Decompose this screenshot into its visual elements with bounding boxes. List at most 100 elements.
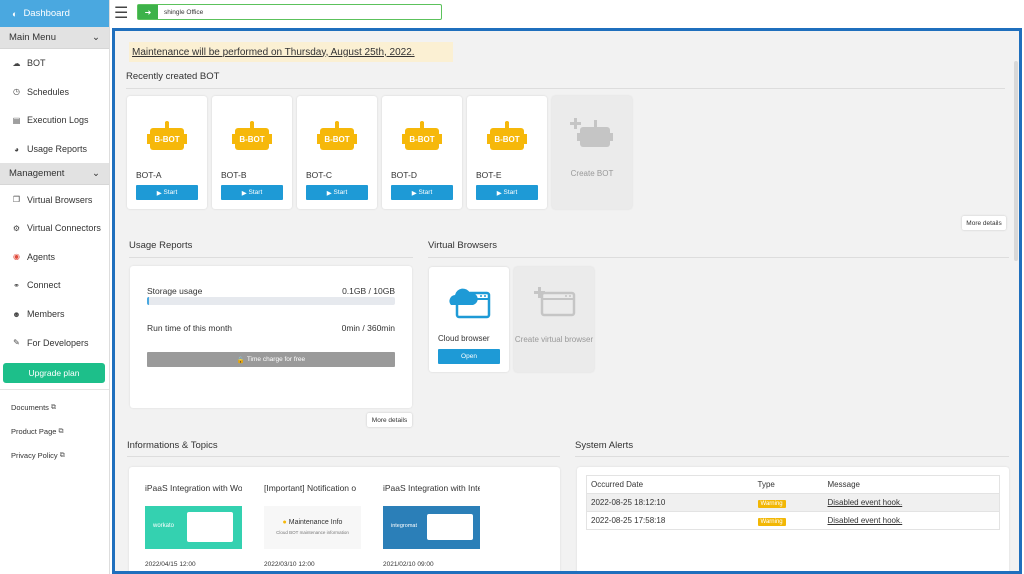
maintenance-info-sub: Cloud BOT maintenance information: [276, 530, 349, 535]
cloud-browser-card[interactable]: Cloud browser Open: [429, 267, 509, 372]
alerts-table: Occurred Date Type Message 2022-08-25 18…: [586, 475, 1000, 530]
bot-card[interactable]: B-BOT BOT-E ▶ Start: [467, 96, 547, 209]
alert-date: 2022-08-25 17:58:18: [586, 511, 754, 530]
storage-progress-bar: [147, 297, 395, 305]
play-icon: ▶: [156, 189, 164, 197]
topic-card[interactable]: iPaaS Integration with Wo workato 2022/0…: [145, 483, 242, 568]
create-virtual-browser-label: Create virtual browser: [514, 335, 594, 344]
start-label: Start: [248, 189, 263, 196]
divider: [575, 456, 1009, 457]
bot-card[interactable]: B-BOT BOT-B ▶ Start: [212, 96, 292, 209]
create-bot-card[interactable]: Create BOT: [552, 96, 632, 209]
topic-title: iPaaS Integration with Wo: [145, 483, 242, 493]
sidebar-item-label: Execution Logs: [27, 115, 89, 126]
management-header[interactable]: Management ⌄: [0, 163, 109, 186]
start-button[interactable]: ▶ Start: [391, 185, 453, 200]
start-label: Start: [163, 189, 178, 196]
sidebar-item-label: BOT: [27, 58, 46, 69]
upgrade-plan-button[interactable]: Upgrade plan: [3, 362, 105, 383]
workato-logo: workato: [153, 523, 175, 529]
bot-name: BOT-A: [136, 170, 162, 180]
topic-card[interactable]: iPaaS Integration with Inte integromat 2…: [383, 483, 480, 568]
bot-more-details-button[interactable]: More details: [962, 216, 1006, 230]
main-menu-header[interactable]: Main Menu ⌄: [0, 27, 109, 49]
topic-card[interactable]: [Important] Notification o ● Maintenance…: [264, 483, 361, 568]
sidebar: ◐ Dashboard Main Menu ⌄ ☁ BOT ◷ Schedule…: [0, 0, 110, 574]
maintenance-notice[interactable]: Maintenance will be performed on Thursda…: [129, 42, 453, 62]
sidebar-item-agents[interactable]: ◉ Agents: [0, 243, 109, 272]
sidebar-item-connect[interactable]: ⚭ Connect: [0, 271, 109, 300]
bot-name: BOT-C: [306, 170, 332, 180]
start-button[interactable]: ▶ Start: [306, 185, 368, 200]
start-button[interactable]: ▶ Start: [221, 185, 283, 200]
start-button[interactable]: ▶ Start: [136, 185, 198, 200]
usage-reports-title: Usage Reports: [129, 240, 193, 251]
open-button[interactable]: Open: [438, 349, 500, 364]
column-header: Occurred Date: [586, 475, 754, 494]
storage-progress-fill: [147, 297, 150, 305]
sidebar-dashboard[interactable]: ◐ Dashboard: [0, 0, 109, 27]
management-label: Management: [9, 168, 65, 180]
runtime-label: Run time of this month: [147, 323, 233, 333]
bot-icon: B-BOT: [402, 121, 442, 150]
divider: [428, 257, 1009, 258]
chrome-icon: ◉: [13, 252, 20, 262]
sidebar-item-members[interactable]: ☻ Members: [0, 300, 109, 329]
sidebar-item-label: Agents: [27, 251, 56, 262]
alert-message-link[interactable]: Disabled event hook.: [828, 516, 903, 525]
sidebar-item-execution-logs[interactable]: ▤ Execution Logs: [0, 106, 109, 135]
office-selector[interactable]: ➜ shingle Office: [137, 4, 442, 20]
create-bot-label: Create BOT: [570, 169, 614, 178]
sidebar-item-for-developers[interactable]: ✎ For Developers: [0, 328, 109, 357]
lock-icon: 🔒: [236, 356, 247, 364]
time-charge-button[interactable]: 🔒 Time charge for free: [147, 352, 395, 367]
usage-panel: Storage usage 0.1GB / 10GB Run time of t…: [130, 266, 412, 408]
sidebar-item-label: Schedules: [27, 86, 70, 97]
documents-link[interactable]: Documents ⧉: [0, 396, 109, 420]
bot-card[interactable]: B-BOT BOT-D ▶ Start: [382, 96, 462, 209]
maintenance-info-text: Maintenance Info: [288, 519, 343, 526]
alert-date: 2022-08-25 18:12:10: [586, 493, 754, 512]
link-label: Privacy Policy: [11, 451, 58, 461]
play-icon: ▶: [326, 189, 334, 197]
sidebar-item-virtual-connectors[interactable]: ⚙ Virtual Connectors: [0, 214, 109, 243]
external-link-icon: ⧉: [59, 451, 65, 459]
bot-icon: ●: [282, 519, 287, 526]
privacy-policy-link[interactable]: Privacy Policy ⧉: [0, 444, 109, 468]
alert-message-link[interactable]: Disabled event hook.: [828, 498, 903, 507]
window-icon: ❐: [12, 195, 21, 205]
sidebar-item-schedules[interactable]: ◷ Schedules: [0, 78, 109, 107]
bot-card[interactable]: B-BOT BOT-C ▶ Start: [297, 96, 377, 209]
system-alerts-title: System Alerts: [575, 440, 634, 451]
file-icon: ▤: [12, 115, 21, 125]
sidebar-item-virtual-browsers[interactable]: ❐ Virtual Browsers: [0, 185, 109, 214]
start-button[interactable]: ▶ Start: [476, 185, 538, 200]
create-virtual-browser-card[interactable]: Create virtual browser: [514, 267, 594, 372]
link-icon: ⚭: [13, 280, 20, 290]
bot-icon: B-BOT: [147, 121, 187, 150]
sidebar-item-label: For Developers: [27, 337, 89, 348]
main-content: Maintenance will be performed on Thursda…: [112, 28, 1022, 574]
office-name: shingle Office: [164, 8, 204, 16]
users-icon: ☻: [12, 309, 21, 319]
sidebar-links: Documents ⧉ Product Page ⧉ Privacy Policy ⧉: [0, 388, 109, 468]
add-browser-icon: [534, 287, 576, 317]
bot-card[interactable]: B-BOT BOT-A ▶ Start: [127, 96, 207, 209]
sidebar-item-usage-reports[interactable]: ◕ Usage Reports: [0, 135, 109, 164]
start-label: Start: [333, 189, 348, 196]
bot-name: BOT-D: [391, 170, 417, 180]
product-page-link[interactable]: Product Page ⧉: [0, 420, 109, 444]
column-header: Message: [823, 475, 1000, 494]
scrollbar[interactable]: [1014, 61, 1018, 261]
sidebar-item-label: Virtual Connectors: [27, 223, 101, 234]
menu-icon[interactable]: ☰: [114, 3, 128, 23]
sidebar-item-label: Members: [27, 309, 65, 320]
svg-text:B-BOT: B-BOT: [239, 135, 264, 144]
bot-icon: B-BOT: [317, 121, 357, 150]
runtime-value: 0min / 360min: [341, 323, 395, 333]
topic-thumbnail: ● Maintenance Info Cloud BOT maintenance…: [264, 506, 361, 549]
sign-in-icon[interactable]: ➜: [138, 5, 158, 19]
sidebar-item-bot[interactable]: ☁ BOT: [0, 49, 109, 78]
usage-more-details-button[interactable]: More details: [367, 413, 412, 427]
bot-icon: B-BOT: [487, 121, 527, 150]
